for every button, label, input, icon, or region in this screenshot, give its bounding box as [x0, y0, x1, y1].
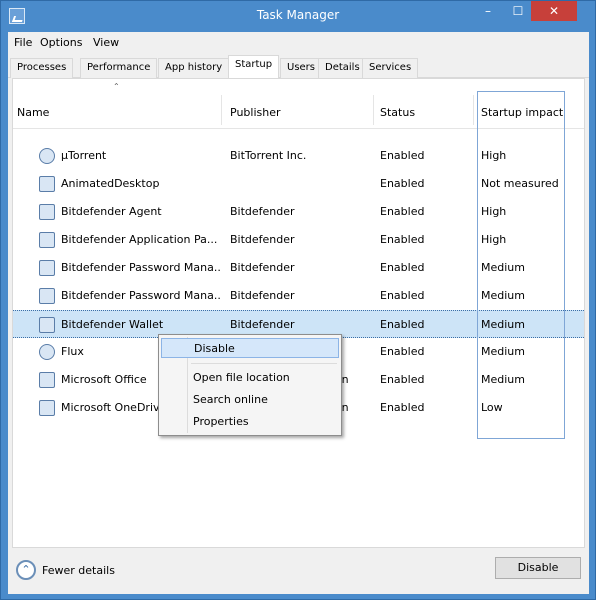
row-status: Enabled	[380, 261, 425, 274]
row-status: Enabled	[380, 149, 425, 162]
maximize-button[interactable]: ☐	[505, 1, 531, 21]
row-publisher: Bitdefender	[230, 261, 295, 274]
app-window-icon	[39, 176, 55, 192]
column-divider[interactable]	[221, 95, 222, 125]
row-startup-impact: High	[481, 233, 507, 246]
tab-users[interactable]: Users	[280, 58, 323, 78]
bitdefender-icon	[39, 317, 55, 333]
fewer-details-link[interactable]: Fewer details	[42, 564, 115, 577]
bitdefender-icon	[39, 232, 55, 248]
row-name: Bitdefender Wallet	[61, 318, 164, 331]
tab-app-history[interactable]: App history	[158, 58, 230, 78]
disable-button[interactable]: Disable	[495, 557, 581, 579]
row-startup-impact: Medium	[481, 318, 525, 331]
client-area: File Options View Processes Performance …	[8, 32, 589, 594]
tab-performance[interactable]: Performance	[80, 58, 158, 78]
startup-row[interactable]: Bitdefender Password Mana... Bitdefender E…	[13, 282, 584, 310]
minimize-button[interactable]: –	[475, 1, 501, 21]
startup-row[interactable]: Bitdefender Application Pa... Bitdefender…	[13, 226, 584, 254]
startup-row[interactable]: Bitdefender Password Mana... Bitdefender E…	[13, 254, 584, 282]
close-button[interactable]: ✕	[531, 1, 577, 21]
column-header-row: Name Publisher Status Startup impact	[13, 91, 584, 129]
footer-bar: ⌃ Fewer details Disable	[8, 548, 589, 594]
utorrent-icon	[39, 148, 55, 164]
row-startup-impact: Medium	[481, 373, 525, 386]
tab-details[interactable]: Details	[318, 58, 367, 78]
context-menu-properties[interactable]: Properties	[161, 412, 339, 432]
sort-chevron-icon: ⌃	[113, 82, 120, 91]
row-status: Enabled	[380, 289, 425, 302]
row-publisher: Bitdefender	[230, 289, 295, 302]
row-status: Enabled	[380, 233, 425, 246]
row-status: Enabled	[380, 205, 425, 218]
row-publisher: Bitdefender	[230, 318, 295, 331]
bitdefender-icon	[39, 260, 55, 276]
row-startup-impact: Medium	[481, 345, 525, 358]
office-icon	[39, 372, 55, 388]
context-menu-open-file-location[interactable]: Open file location	[161, 368, 339, 388]
row-startup-impact: Medium	[481, 261, 525, 274]
menu-view[interactable]: View	[93, 36, 119, 49]
context-menu-search-online[interactable]: Search online	[161, 390, 339, 410]
row-startup-impact: Not measured	[481, 177, 559, 190]
row-publisher: Bitdefender	[230, 233, 295, 246]
row-startup-impact: High	[481, 205, 507, 218]
title-bar[interactable]: Task Manager – ☐ ✕	[1, 1, 595, 31]
task-manager-window: Task Manager – ☐ ✕ File Options View Pro…	[0, 0, 596, 600]
startup-row[interactable]: AnimatedDesktop Enabled Not measured	[13, 170, 584, 198]
flux-icon	[39, 344, 55, 360]
column-startup-impact[interactable]: Startup impact	[481, 106, 563, 119]
startup-row[interactable]: µTorrent BitTorrent Inc. Enabled High	[13, 142, 584, 170]
context-menu-separator	[191, 363, 337, 364]
tab-startup[interactable]: Startup	[228, 55, 280, 79]
row-name: Bitdefender Password Mana...	[61, 289, 221, 302]
app-window-icon	[39, 288, 55, 304]
menu-bar: File Options View	[8, 32, 589, 54]
row-startup-impact: Medium	[481, 289, 525, 302]
row-name: AnimatedDesktop	[61, 177, 160, 190]
row-name: Bitdefender Password Mana...	[61, 261, 221, 274]
row-startup-impact: Low	[481, 401, 503, 414]
row-name: µTorrent	[61, 149, 107, 162]
column-name[interactable]: Name	[17, 106, 49, 119]
tab-processes[interactable]: Processes	[10, 58, 74, 78]
startup-list: ⌃ Name Publisher Status Startup impact µ…	[12, 78, 585, 548]
context-menu: Disable Open file location Search online…	[158, 334, 342, 436]
startup-row[interactable]: Bitdefender Agent Bitdefender Enabled High	[13, 198, 584, 226]
row-publisher: BitTorrent Inc.	[230, 149, 307, 162]
tab-strip: Processes Performance App history Startu…	[8, 54, 589, 79]
row-name: Bitdefender Application Pa...	[61, 233, 218, 246]
column-publisher[interactable]: Publisher	[230, 106, 281, 119]
row-publisher: Bitdefender	[230, 205, 295, 218]
row-status: Enabled	[380, 177, 425, 190]
row-name: Bitdefender Agent	[61, 205, 162, 218]
row-status: Enabled	[380, 318, 425, 331]
menu-options[interactable]: Options	[40, 36, 82, 49]
menu-file[interactable]: File	[14, 36, 32, 49]
column-status[interactable]: Status	[380, 106, 415, 119]
column-divider[interactable]	[473, 95, 474, 125]
chevron-up-icon[interactable]: ⌃	[16, 560, 36, 580]
column-divider[interactable]	[373, 95, 374, 125]
tab-services[interactable]: Services	[362, 58, 419, 78]
row-status: Enabled	[380, 401, 425, 414]
row-status: Enabled	[380, 373, 425, 386]
row-startup-impact: High	[481, 149, 507, 162]
bitdefender-icon	[39, 204, 55, 220]
row-status: Enabled	[380, 345, 425, 358]
onedrive-icon	[39, 400, 55, 416]
context-menu-disable[interactable]: Disable	[161, 338, 339, 358]
